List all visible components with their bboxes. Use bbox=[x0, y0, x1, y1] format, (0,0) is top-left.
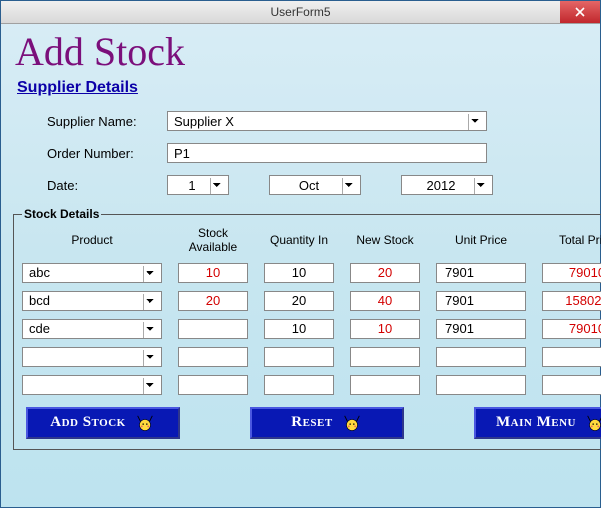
unit-price-input[interactable] bbox=[436, 319, 526, 339]
window-title: UserForm5 bbox=[270, 5, 330, 19]
stock-available-input[interactable] bbox=[178, 263, 248, 283]
col-product: Product bbox=[22, 234, 162, 248]
quantity-in-input[interactable] bbox=[264, 347, 334, 367]
date-day-select[interactable]: 1 bbox=[167, 175, 229, 195]
total-price-input[interactable] bbox=[542, 263, 601, 283]
add-stock-label: Add Stock bbox=[50, 414, 126, 431]
supplier-name-select[interactable]: Supplier X bbox=[167, 111, 487, 131]
titlebar: UserForm5 bbox=[1, 1, 600, 24]
add-stock-button[interactable]: Add Stock bbox=[26, 407, 180, 439]
stock-details-legend: Stock Details bbox=[22, 207, 101, 221]
reset-label: Reset bbox=[291, 414, 332, 431]
new-stock-input[interactable] bbox=[350, 263, 420, 283]
stock-available-input[interactable] bbox=[178, 375, 248, 395]
date-month-select[interactable]: Oct bbox=[269, 175, 361, 195]
order-number-input[interactable] bbox=[167, 143, 487, 163]
main-menu-button[interactable]: Main Menu bbox=[474, 407, 601, 439]
quantity-in-input[interactable] bbox=[264, 263, 334, 283]
page-title: Add Stock bbox=[15, 28, 590, 75]
total-price-input[interactable] bbox=[542, 291, 601, 311]
col-qty-in: Quantity In bbox=[264, 234, 334, 248]
total-price-input[interactable] bbox=[542, 375, 601, 395]
col-total-price: Total Price bbox=[542, 234, 601, 248]
total-price-input[interactable] bbox=[542, 319, 601, 339]
col-available: Stock Available bbox=[178, 227, 248, 255]
unit-price-input[interactable] bbox=[436, 291, 526, 311]
new-stock-input[interactable] bbox=[350, 319, 420, 339]
reset-button[interactable]: Reset bbox=[250, 407, 404, 439]
quantity-in-input[interactable] bbox=[264, 291, 334, 311]
stock-grid: Product Stock Available Quantity In New … bbox=[22, 227, 601, 395]
unit-price-input[interactable] bbox=[436, 263, 526, 283]
product-select[interactable]: bcd bbox=[22, 291, 162, 311]
stock-available-input[interactable] bbox=[178, 347, 248, 367]
stock-available-input[interactable] bbox=[178, 319, 248, 339]
date-selects: 1 Oct 2012 bbox=[167, 175, 493, 195]
close-icon bbox=[575, 5, 585, 20]
pikachu-icon bbox=[341, 414, 363, 432]
quantity-in-input[interactable] bbox=[264, 375, 334, 395]
stock-available-input[interactable] bbox=[178, 291, 248, 311]
product-select[interactable] bbox=[22, 375, 162, 395]
quantity-in-input[interactable] bbox=[264, 319, 334, 339]
unit-price-input[interactable] bbox=[436, 347, 526, 367]
close-button[interactable] bbox=[560, 1, 600, 23]
window: UserForm5 Add Stock Supplier Details Sup… bbox=[0, 0, 601, 508]
product-select[interactable]: cde bbox=[22, 319, 162, 339]
unit-price-input[interactable] bbox=[436, 375, 526, 395]
stock-details-fieldset: Stock Details Product Stock Available Qu… bbox=[13, 207, 601, 450]
button-row: Add Stock Reset Main Menu bbox=[26, 407, 601, 439]
pikachu-icon bbox=[584, 414, 601, 432]
total-price-input[interactable] bbox=[542, 347, 601, 367]
new-stock-input[interactable] bbox=[350, 347, 420, 367]
date-row: Date: 1 Oct 2012 bbox=[47, 175, 590, 195]
supplier-details-header: Supplier Details bbox=[17, 79, 590, 97]
supplier-name-row: Supplier Name: Supplier X bbox=[47, 111, 590, 131]
date-label: Date: bbox=[47, 178, 167, 193]
order-number-row: Order Number: bbox=[47, 143, 590, 163]
main-menu-label: Main Menu bbox=[496, 414, 576, 431]
order-number-label: Order Number: bbox=[47, 146, 167, 161]
content: Add Stock Supplier Details Supplier Name… bbox=[1, 24, 600, 460]
date-year-select[interactable]: 2012 bbox=[401, 175, 493, 195]
supplier-name-label: Supplier Name: bbox=[47, 114, 167, 129]
product-select[interactable]: abc bbox=[22, 263, 162, 283]
col-new-stock: New Stock bbox=[350, 234, 420, 248]
new-stock-input[interactable] bbox=[350, 375, 420, 395]
product-select[interactable] bbox=[22, 347, 162, 367]
col-unit-price: Unit Price bbox=[436, 234, 526, 248]
pikachu-icon bbox=[134, 414, 156, 432]
new-stock-input[interactable] bbox=[350, 291, 420, 311]
